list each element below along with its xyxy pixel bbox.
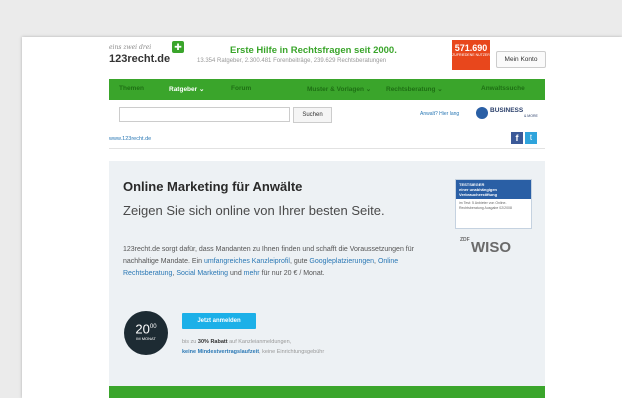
- site-stats: 13.354 Ratgeber, 2.300.481 Forenbeiträge…: [197, 58, 387, 64]
- note-1-suffix: auf Kanzleianmeldungen,: [229, 339, 292, 345]
- nav-item-rechtsberatung[interactable]: Rechtsberatung ⌄: [386, 85, 443, 93]
- test-seal: TESTSIEGER einer unabhängigen Verbrauche…: [455, 179, 532, 229]
- headline: Erste Hilfe in Rechtsfragen seit 2000.: [230, 45, 397, 56]
- search-input[interactable]: [119, 107, 290, 122]
- seal-line-2: Verbraucherstiftung: [459, 192, 498, 197]
- discount-note: bis zu 30% Rabatt auf Kanzleianmeldungen…: [182, 339, 291, 345]
- nav-item-anwaltssuche[interactable]: Anwaltssuche: [481, 85, 525, 92]
- site-logo[interactable]: 123recht.de: [109, 53, 170, 65]
- business-partner-name[interactable]: BUSINESS: [490, 107, 523, 114]
- link-mehr[interactable]: mehr: [244, 270, 260, 277]
- seal-body: im Test: 5 Anbieter von Online-Rechtsber…: [459, 201, 512, 210]
- my-account-button[interactable]: Mein Konto: [496, 51, 546, 68]
- signup-button[interactable]: Jetzt anmelden: [182, 313, 256, 329]
- tv-brand-small: ZDF: [460, 237, 470, 243]
- promo-text: 123recht.de sorgt dafür, dass Mandanten …: [123, 244, 428, 280]
- users-badge: 571.690 ZUFRIEDENE NUTZER: [452, 40, 490, 70]
- promo-subtitle: Zeigen Sie sich online von Ihrer besten …: [123, 203, 385, 218]
- promo-title: Online Marketing für Anwälte: [123, 179, 303, 194]
- promo-text-4: ,: [172, 270, 175, 277]
- note-2-suffix: , keine Einrichtungsgebühr: [259, 349, 325, 355]
- promo-text-6: für nur 20 € / Monat.: [261, 270, 325, 277]
- nav-item-muster-vorlagen[interactable]: Muster & Vorlagen ⌄: [307, 85, 371, 93]
- link-googleplatzierungen[interactable]: Googleplatzierungen: [309, 258, 374, 265]
- note-2-bold: keine Mindestvertragslaufzeit: [182, 349, 260, 355]
- footer-bar: [109, 386, 545, 398]
- nav-item-ratgeber[interactable]: Ratgeber ⌄: [169, 85, 204, 93]
- main-nav: Themen Ratgeber ⌄ Forum Muster & Vorlage…: [109, 79, 545, 100]
- link-kanzleiprofil[interactable]: umfangreiches Kanzleiprofil: [204, 258, 290, 265]
- search-button[interactable]: Suchen: [293, 107, 332, 123]
- price-circle: 2000 IM MONAT: [124, 311, 168, 355]
- note-1-prefix: bis zu: [182, 339, 197, 345]
- promo-text-2: , gute: [289, 258, 308, 265]
- first-aid-icon: ✚: [172, 41, 184, 53]
- badge-text: ZUFRIEDENE NUTZER: [452, 53, 490, 57]
- price-period: IM MONAT: [136, 336, 156, 342]
- nav-item-themen[interactable]: Themen: [119, 85, 144, 92]
- note-1-bold: 30% Rabatt: [197, 339, 228, 345]
- business-partner-logo-icon: [476, 107, 488, 119]
- badge-number: 571.690: [454, 43, 488, 53]
- promo-text-5: und: [230, 270, 242, 277]
- facebook-icon[interactable]: f: [511, 132, 523, 144]
- breadcrumb[interactable]: www.123recht.de: [109, 136, 151, 142]
- divider: [109, 148, 545, 149]
- twitter-icon[interactable]: t: [525, 132, 537, 144]
- price-value: 20: [135, 321, 150, 337]
- tv-brand-logo: WISO: [471, 239, 511, 256]
- link-social-marketing[interactable]: Social Marketing: [176, 270, 228, 277]
- nav-item-forum[interactable]: Forum: [231, 85, 251, 92]
- logo-tagline: eins zwei drei: [109, 44, 152, 51]
- promo-panel: Online Marketing für Anwälte Zeigen Sie …: [109, 161, 545, 386]
- price-cents: 00: [149, 324, 157, 330]
- page: eins zwei drei 123recht.de ✚ Erste Hilfe…: [22, 37, 622, 398]
- contract-note: keine Mindestvertragslaufzeit, keine Ein…: [182, 349, 324, 355]
- lawyer-link[interactable]: Anwalt? Hier lang: [420, 111, 459, 117]
- promo-text-3: ,: [374, 258, 376, 265]
- business-partner-sub: & MORE: [524, 114, 538, 118]
